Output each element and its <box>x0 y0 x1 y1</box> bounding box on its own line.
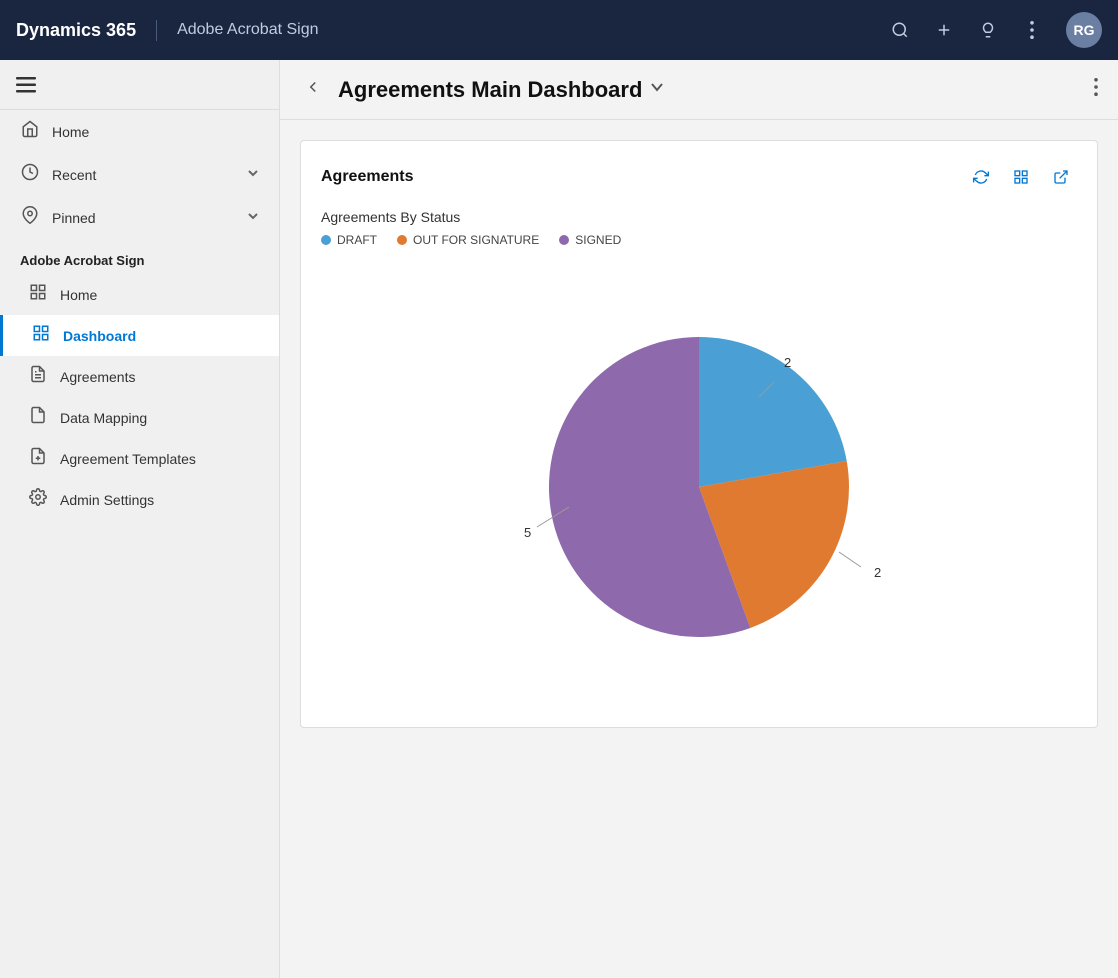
sidebar-item-agreements[interactable]: Agreements <box>0 356 279 397</box>
sidebar-item-dashboard[interactable]: Dashboard <box>0 315 279 356</box>
draft-dot <box>321 235 331 245</box>
legend-item-out-for-signature: OUT FOR SIGNATURE <box>397 233 539 247</box>
sidebar-data-mapping-label: Data Mapping <box>60 410 147 426</box>
sidebar-home2-label: Home <box>60 287 97 303</box>
dashboard-content: Agreements <box>280 120 1118 978</box>
module-title: Adobe Acrobat Sign <box>157 21 882 39</box>
draft-value-label: 2 <box>784 355 791 370</box>
sidebar-admin-settings-label: Admin Settings <box>60 492 154 508</box>
more-options-button[interactable] <box>1014 12 1050 48</box>
sidebar-dashboard-label: Dashboard <box>63 328 136 344</box>
content-area: Agreements Main Dashboard Agreements <box>280 60 1118 978</box>
card-actions <box>965 161 1077 193</box>
sidebar-item-data-mapping[interactable]: Data Mapping <box>0 397 279 438</box>
expand-button[interactable] <box>1045 161 1077 193</box>
refresh-button[interactable] <box>965 161 997 193</box>
hamburger-button[interactable] <box>0 60 279 110</box>
sidebar-item-admin-settings[interactable]: Admin Settings <box>0 479 279 520</box>
out-for-signature-label: OUT FOR SIGNATURE <box>413 233 539 247</box>
sidebar-agreement-templates-label: Agreement Templates <box>60 451 196 467</box>
page-title: Agreements Main Dashboard <box>338 77 1082 103</box>
sidebar-item-pinned[interactable]: Pinned <box>0 196 279 239</box>
header-more-button[interactable] <box>1094 78 1098 102</box>
sidebar-item-home[interactable]: Home <box>0 110 279 153</box>
pinned-chevron-icon <box>247 210 259 225</box>
card-header: Agreements <box>321 161 1077 193</box>
pie-chart: 2 2 5 <box>499 287 899 687</box>
home-icon <box>20 120 40 143</box>
sidebar-home-label: Home <box>52 124 259 140</box>
draft-label: DRAFT <box>337 233 377 247</box>
topbar: Dynamics 365 Adobe Acrobat Sign RG <box>0 0 1118 60</box>
add-button[interactable] <box>926 12 962 48</box>
agreements-card: Agreements <box>300 140 1098 728</box>
legend-item-draft: DRAFT <box>321 233 377 247</box>
sidebar-item-recent[interactable]: Recent <box>0 153 279 196</box>
signed-label: SIGNED <box>575 233 621 247</box>
search-button[interactable] <box>882 12 918 48</box>
pie-chart-container: 2 2 5 <box>321 267 1077 707</box>
recent-icon <box>20 163 40 186</box>
recent-chevron-icon <box>247 167 259 182</box>
view-button[interactable] <box>1005 161 1037 193</box>
legend-item-signed: SIGNED <box>559 233 621 247</box>
signed-value-label: 5 <box>524 525 531 540</box>
home2-icon <box>28 283 48 306</box>
back-button[interactable] <box>300 74 326 105</box>
sidebar-recent-label: Recent <box>52 167 235 183</box>
admin-settings-icon <box>28 488 48 511</box>
sidebar-section-title: Adobe Acrobat Sign <box>0 239 279 274</box>
topbar-actions: RG <box>882 12 1102 48</box>
content-header: Agreements Main Dashboard <box>280 60 1118 120</box>
app-title: Dynamics 365 <box>16 20 157 41</box>
card-title: Agreements <box>321 168 965 186</box>
lightbulb-button[interactable] <box>970 12 1006 48</box>
agreement-templates-icon <box>28 447 48 470</box>
sidebar: Home Recent Pinned <box>0 60 280 978</box>
pinned-icon <box>20 206 40 229</box>
chart-section-title: Agreements By Status <box>321 209 1077 225</box>
sidebar-item-agreement-templates[interactable]: Agreement Templates <box>0 438 279 479</box>
user-avatar[interactable]: RG <box>1066 12 1102 48</box>
sidebar-agreements-label: Agreements <box>60 369 135 385</box>
title-dropdown-icon[interactable] <box>650 80 664 99</box>
sidebar-item-home2[interactable]: Home <box>0 274 279 315</box>
data-mapping-icon <box>28 406 48 429</box>
chart-legend: DRAFT OUT FOR SIGNATURE SIGNED <box>321 233 1077 247</box>
out-for-sig-leader-line <box>839 552 861 567</box>
draft-slice <box>699 337 847 487</box>
sidebar-pinned-label: Pinned <box>52 210 235 226</box>
signed-dot <box>559 235 569 245</box>
main-layout: Home Recent Pinned <box>0 60 1118 978</box>
out-for-signature-dot <box>397 235 407 245</box>
out-for-sig-value-label: 2 <box>874 565 881 580</box>
dashboard-icon <box>31 324 51 347</box>
agreements-icon <box>28 365 48 388</box>
